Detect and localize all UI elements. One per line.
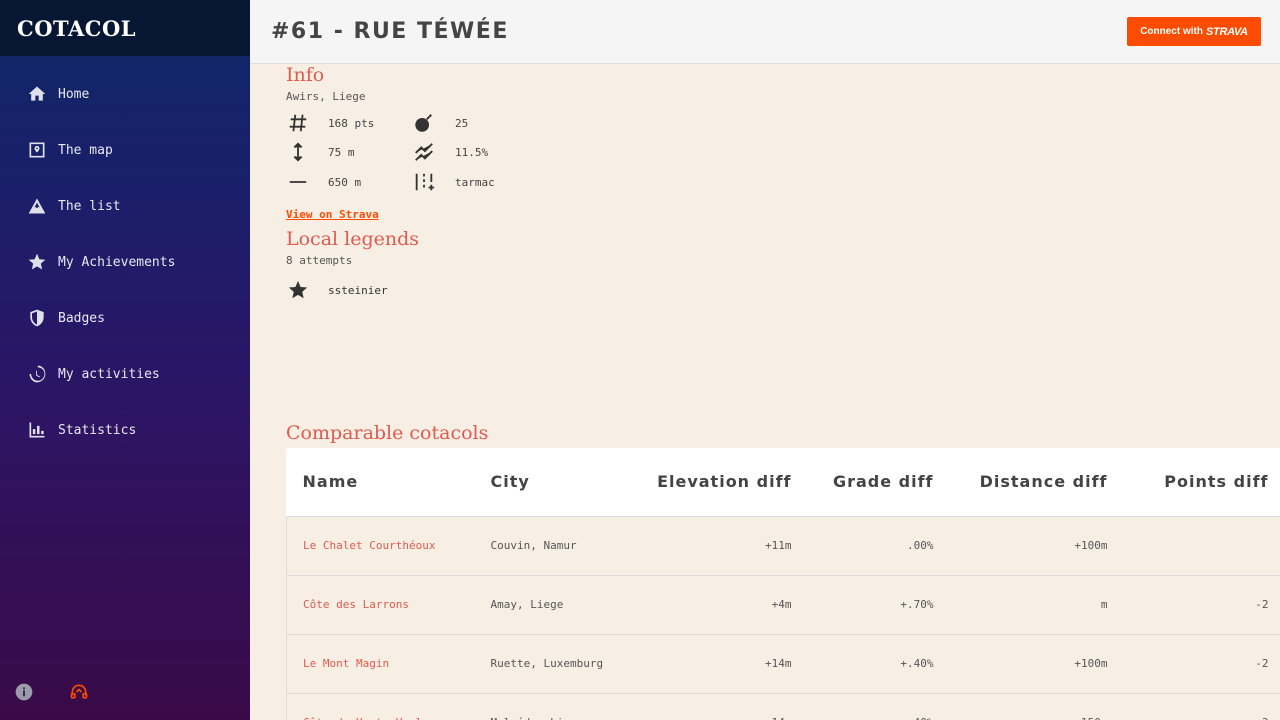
column-header-grade[interactable]: Grade diff: [803, 448, 946, 516]
grade-diff: +.40%: [803, 633, 946, 693]
cotacol-city: Couvin, Namur: [474, 515, 620, 575]
home-icon: [27, 84, 47, 104]
logo-bar: COTACOL: [0, 0, 250, 56]
sidebar-footer: [14, 682, 89, 706]
sidebar-item-achievements[interactable]: My Achievements: [0, 234, 250, 290]
grade-diff: +.70%: [803, 574, 946, 634]
distance-diff: m: [945, 574, 1120, 634]
sidebar-item-statistics[interactable]: Statistics: [0, 402, 250, 458]
grade-icon: [412, 140, 436, 164]
strava-button-prefix: Connect with: [1140, 26, 1203, 37]
legend-username[interactable]: ssteinier: [328, 284, 388, 297]
difficulty-value: 25: [455, 116, 469, 130]
connect-strava-button[interactable]: Connect with STRAVA: [1127, 17, 1261, 46]
points-diff: -2: [1119, 574, 1280, 634]
column-header-distance[interactable]: Distance diff: [945, 448, 1120, 516]
main-content: Info Awirs, Liege 168 pts 25 75 m 11.5% …: [286, 64, 1280, 301]
elevation-diff: +14m: [619, 692, 804, 720]
grade-value: 11.5%: [455, 145, 489, 159]
sidebar-item-home[interactable]: Home: [0, 66, 250, 122]
mountain-icon: [27, 196, 47, 216]
sidebar-item-label: Home: [58, 86, 90, 102]
cotacol-city: Ruette, Luxemburg: [474, 633, 620, 693]
column-header-points[interactable]: Points diff: [1119, 448, 1280, 516]
cotacol-city: Malmédy, Liege: [474, 692, 620, 720]
sidebar-item-label: The list: [58, 198, 121, 214]
location-text: Awirs, Liege: [286, 90, 366, 103]
star-icon: [286, 279, 310, 301]
distance-icon: [286, 170, 310, 194]
stat-grade: 11.5%: [412, 140, 488, 164]
sidebar: COTACOL Home The map The list My Achieve…: [0, 0, 250, 720]
sidebar-nav: Home The map The list My Achievements Ba…: [0, 66, 250, 458]
table-row[interactable]: Le Chalet Courthéoux Couvin, Namur +11m …: [286, 515, 1280, 575]
sidebar-item-list[interactable]: The list: [0, 178, 250, 234]
bar-chart-icon: [27, 420, 47, 440]
cotacol-city: Amay, Liege: [474, 574, 620, 634]
table-row[interactable]: Côte des Larrons Amay, Liege +4m +.70% m…: [286, 574, 1280, 634]
cotacol-name-link[interactable]: Côte des Larrons: [286, 574, 475, 634]
cotacol-name-link[interactable]: Côte de Haute Vaulx: [286, 692, 475, 720]
distance-diff: +100m: [945, 633, 1120, 693]
elevation-icon: [286, 140, 310, 164]
cotacol-name-link[interactable]: Le Chalet Courthéoux: [286, 515, 475, 575]
activity-icon: [27, 364, 47, 384]
stat-distance: 650 m: [286, 170, 361, 194]
table-row[interactable]: Le Mont Magin Ruette, Luxemburg +14m +.4…: [286, 633, 1280, 693]
app-logo[interactable]: COTACOL: [17, 16, 136, 41]
distance-value: 650 m: [328, 175, 362, 189]
surface-icon: [412, 170, 436, 194]
comparable-table: Name City Elevation diff Grade diff Dist…: [286, 448, 1280, 720]
support-icon[interactable]: [69, 682, 89, 706]
grade-diff: -.40%: [803, 692, 946, 720]
legends-title: Local legends: [286, 228, 420, 250]
sidebar-item-label: Badges: [58, 310, 105, 326]
cotacol-name-link[interactable]: Le Mont Magin: [286, 633, 475, 693]
stat-points: 168 pts: [286, 111, 374, 135]
table-row[interactable]: Côte de Haute Vaulx Malmédy, Liege +14m …: [286, 692, 1280, 720]
comparable-title: Comparable cotacols: [286, 422, 489, 444]
comparable-section: Comparable cotacols Name City Elevation …: [286, 422, 1280, 720]
sidebar-item-label: My activities: [58, 366, 160, 382]
info-title: Info: [286, 64, 325, 86]
stat-surface: tarmac: [412, 170, 495, 194]
shield-icon: [27, 308, 47, 328]
legend-user-row: ssteinier: [286, 279, 1280, 301]
sidebar-item-activities[interactable]: My activities: [0, 346, 250, 402]
hash-icon: [286, 111, 310, 135]
info-stats: 168 pts 25 75 m 11.5% 650 m tarmac: [286, 111, 1280, 203]
strava-brand: STRAVA: [1205, 25, 1248, 38]
stat-elevation: 75 m: [286, 140, 355, 164]
page-title: #61 - RUE TÉWÉE: [271, 19, 509, 44]
surface-value: tarmac: [455, 175, 495, 189]
elevation-value: 75 m: [328, 145, 355, 159]
elevation-diff: +11m: [619, 515, 804, 575]
points-diff: -2: [1119, 633, 1280, 693]
bomb-icon: [412, 111, 436, 135]
info-icon[interactable]: [14, 682, 34, 706]
sidebar-item-map[interactable]: The map: [0, 122, 250, 178]
column-header-city[interactable]: City: [474, 448, 620, 516]
sidebar-item-label: The map: [58, 142, 113, 158]
top-bar: #61 - RUE TÉWÉE Connect with STRAVA: [250, 0, 1280, 64]
distance-diff: +100m: [945, 515, 1120, 575]
table-header-row: Name City Elevation diff Grade diff Dist…: [286, 448, 1280, 516]
sidebar-item-label: My Achievements: [58, 254, 176, 270]
points-diff: +3: [1119, 692, 1280, 720]
attempts-text: 8 attempts: [286, 254, 353, 267]
stat-difficulty: 25: [412, 111, 468, 135]
sidebar-item-label: Statistics: [58, 422, 137, 438]
column-header-elevation[interactable]: Elevation diff: [619, 448, 804, 516]
map-icon: [27, 140, 47, 160]
star-icon: [27, 252, 47, 272]
column-header-name[interactable]: Name: [286, 448, 475, 516]
points-value: 168 pts: [328, 116, 375, 130]
view-on-strava-link[interactable]: View on Strava: [286, 208, 379, 221]
elevation-diff: +14m: [619, 633, 804, 693]
points-diff: [1119, 515, 1280, 575]
elevation-diff: +4m: [619, 574, 804, 634]
sidebar-item-badges[interactable]: Badges: [0, 290, 250, 346]
grade-diff: .00%: [803, 515, 946, 575]
distance-diff: +150m: [945, 692, 1120, 720]
